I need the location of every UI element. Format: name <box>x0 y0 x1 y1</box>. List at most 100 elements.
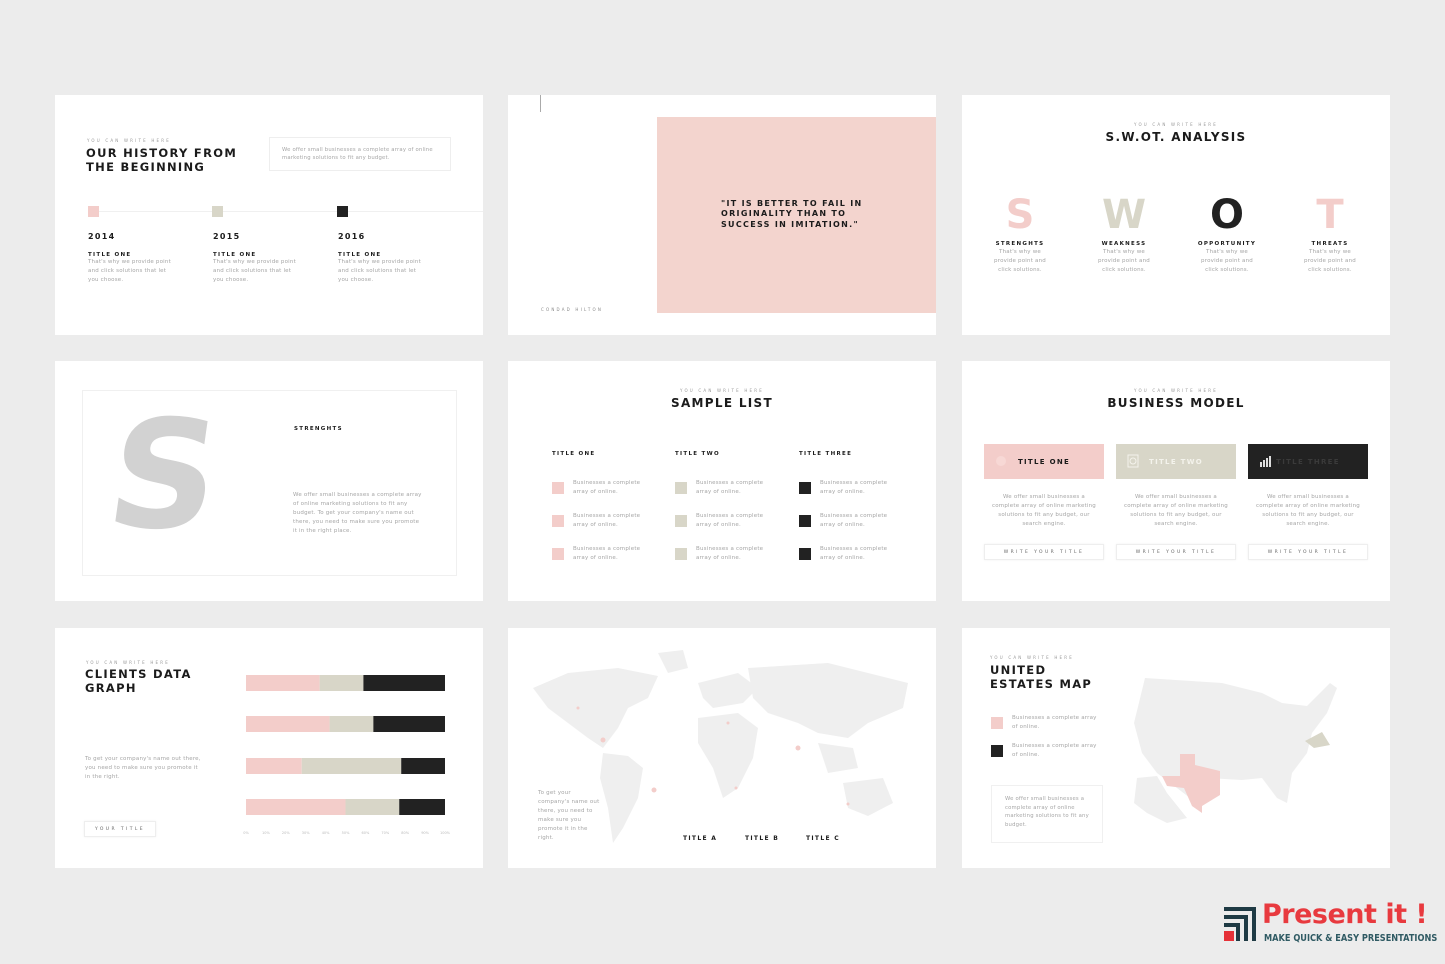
list-item: Businesses a complete array of online. <box>820 546 888 562</box>
slide-quote[interactable]: "It is better to fail in originality tha… <box>508 95 936 335</box>
slide-world-map[interactable]: To get your company's name out there, yo… <box>508 628 936 868</box>
list-item: Businesses a complete array of online. <box>696 513 764 529</box>
item-text: That's why we provide point and click so… <box>88 259 171 284</box>
card-header[interactable]: Title three <box>1248 444 1368 479</box>
section-text: We offer small businesses a complete arr… <box>293 492 422 535</box>
slide-sample-list[interactable]: You can write here Sample list Title one… <box>508 361 936 601</box>
stacked-bar-chart: 0% 10% 20% 30% 40% 50% 60% 70% 80% 90% 100% <box>243 675 451 835</box>
year: 2015 <box>213 232 241 241</box>
list-item: Businesses a complete array of online. <box>573 480 641 496</box>
swot-letter: S <box>1005 192 1035 238</box>
card-text: We offer small businesses a complete arr… <box>1255 494 1360 528</box>
accent-line <box>540 95 541 112</box>
list-bullet <box>675 515 687 527</box>
list-bullet <box>799 515 811 527</box>
slide-subtitle: You can write here <box>87 138 171 143</box>
map-title-a: Title A <box>683 835 718 842</box>
slide-us-map[interactable]: You can write here United estates map Bu… <box>962 628 1390 868</box>
list-bullet <box>799 548 811 560</box>
timeline-line <box>88 211 483 212</box>
slide-title: Our history from the beginning <box>86 146 238 174</box>
swot-text: That's why we provide point and click so… <box>1098 249 1150 274</box>
quote-text: "It is better to fail in originality tha… <box>721 199 863 229</box>
list-bullet <box>675 548 687 560</box>
us-map <box>1134 678 1337 823</box>
slide-subtitle: You can write here <box>1134 388 1218 393</box>
swot-letter: W <box>1101 192 1147 238</box>
swot-text: That's why we provide point and click so… <box>994 249 1046 274</box>
swot-text: That's why we provide point and click so… <box>1201 249 1253 274</box>
slide-text: To get your company's name out there, yo… <box>538 790 600 842</box>
swot-item: O Opportunity That's why we provide poin… <box>1177 195 1277 275</box>
swot-label: Strenghts <box>995 241 1045 247</box>
slide-history[interactable]: You can write here Our history from the … <box>55 95 483 335</box>
x-tick-label: 70% <box>381 831 389 835</box>
bar-segment <box>246 758 302 774</box>
column-title: Title one <box>552 451 596 457</box>
list-item: Businesses a complete array of online. <box>573 513 641 529</box>
map-title-c: Title C <box>806 835 840 842</box>
card-title: Title two <box>1149 458 1203 466</box>
x-tick-label: 10% <box>262 831 270 835</box>
card-title: Title three <box>1276 458 1340 466</box>
slide-swot[interactable]: You can write here S.W.OT. Analysis S St… <box>962 95 1390 335</box>
column-title: Title two <box>675 451 720 457</box>
column-title: Title three <box>799 451 853 457</box>
brand-logo: Present it ! MAKE QUICK & EASY PRESENTAT… <box>1222 899 1437 951</box>
slide-title: Business model <box>1107 396 1245 410</box>
bar-segment <box>401 758 445 774</box>
slide-title: Sample list <box>671 396 773 410</box>
list-item: Businesses a complete array of online. <box>696 480 764 496</box>
bar-segment <box>373 716 445 732</box>
list-bullet <box>552 482 564 494</box>
swot-label: Opportunity <box>1197 241 1257 247</box>
x-tick-label: 0% <box>243 831 249 835</box>
brand-name: Present it ! <box>1262 899 1428 930</box>
slide-subtitle: You can write here <box>1134 122 1218 127</box>
slide-subtitle: You can write here <box>680 388 764 393</box>
swot-label: Threats <box>1311 241 1349 247</box>
card-title: Title one <box>1017 458 1071 466</box>
swot-text: That's why we provide point and click so… <box>1304 249 1356 274</box>
x-tick-label: 20% <box>282 831 290 835</box>
card-button[interactable]: Write your title <box>1116 544 1236 560</box>
card-button[interactable]: Write your title <box>1248 544 1368 560</box>
bar-segment <box>329 716 374 732</box>
bar-segment <box>246 799 346 815</box>
slide-strengths[interactable]: S Strenghts We offer small businesses a … <box>55 361 483 601</box>
x-tick-label: 80% <box>401 831 409 835</box>
info-box: We offer small businesses a complete arr… <box>269 137 451 171</box>
list-bullet <box>552 515 564 527</box>
list-bullet <box>552 548 564 560</box>
card-text: We offer small businesses a complete arr… <box>991 494 1096 528</box>
section-title: Strenghts <box>294 426 343 432</box>
slide-clients-graph[interactable]: You can write here Clients data graph To… <box>55 628 483 868</box>
bar-segment <box>345 799 400 815</box>
year: 2016 <box>338 232 366 241</box>
bar-segment <box>363 675 445 691</box>
card-header[interactable]: Title one <box>984 444 1104 479</box>
year: 2014 <box>88 232 116 241</box>
list-item: Businesses a complete array of online. <box>696 546 764 562</box>
item-text: That's why we provide point and click so… <box>213 259 296 284</box>
card-button[interactable]: Write your title <box>984 544 1104 560</box>
list-item: Businesses a complete array of online. <box>820 513 888 529</box>
bar-segment <box>246 716 330 732</box>
list-item: Businesses a complete array of online. <box>820 480 888 496</box>
swot-item: W Weakness That's why we provide point a… <box>1074 195 1174 275</box>
x-tick-label: 100% <box>440 831 451 835</box>
card-header[interactable]: Title two <box>1116 444 1236 479</box>
big-letter: S <box>97 389 231 563</box>
card-text: We offer small businesses a complete arr… <box>1123 494 1228 528</box>
map-title-b: Title B <box>745 835 780 842</box>
logo-mark-icon <box>1224 907 1256 941</box>
x-tick-label: 60% <box>362 831 370 835</box>
bar-segment <box>319 675 364 691</box>
bar-segment <box>246 675 320 691</box>
list-bullet <box>799 482 811 494</box>
timeline-marker <box>88 206 99 217</box>
x-tick-label: 30% <box>302 831 310 835</box>
slide-business-model[interactable]: You can write here Business model Title … <box>962 361 1390 601</box>
item-text: That's why we provide point and click so… <box>338 259 421 284</box>
swot-letter: T <box>1316 192 1344 238</box>
